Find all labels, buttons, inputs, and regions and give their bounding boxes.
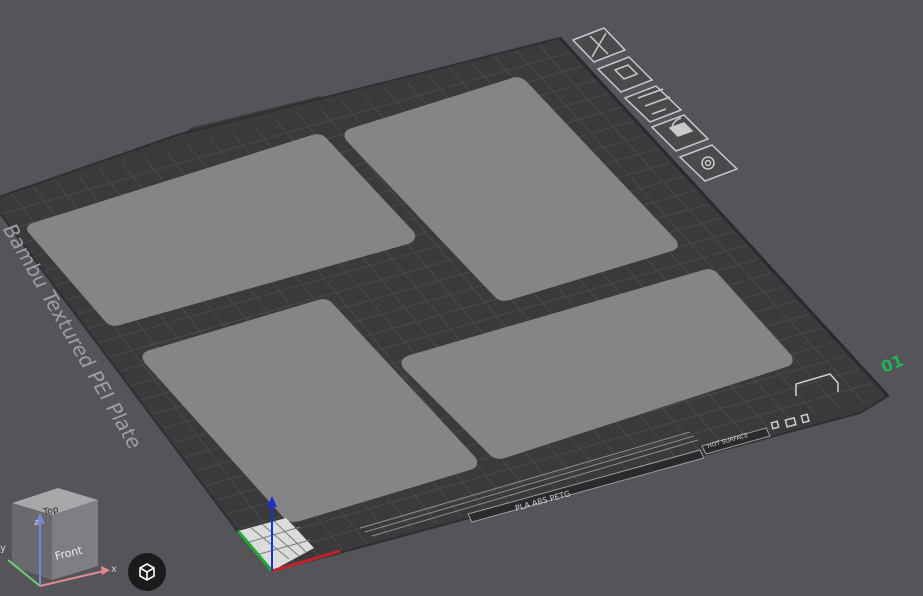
3d-viewport[interactable]: Bambu Textured PEI Plate 01 PLA ABS PETG…: [0, 0, 923, 596]
axis-y-label: y: [0, 543, 6, 554]
fit-view-button[interactable]: [128, 553, 166, 591]
plate-number: 01: [878, 351, 906, 377]
axis-z-label: z: [34, 518, 39, 528]
cube-focus-icon: [139, 563, 155, 581]
remove-plate-icon[interactable]: [571, 27, 627, 63]
axis-x-label: x: [111, 564, 117, 575]
view-cube[interactable]: Top Front z y x: [0, 488, 117, 587]
settings-icon[interactable]: [678, 144, 739, 182]
